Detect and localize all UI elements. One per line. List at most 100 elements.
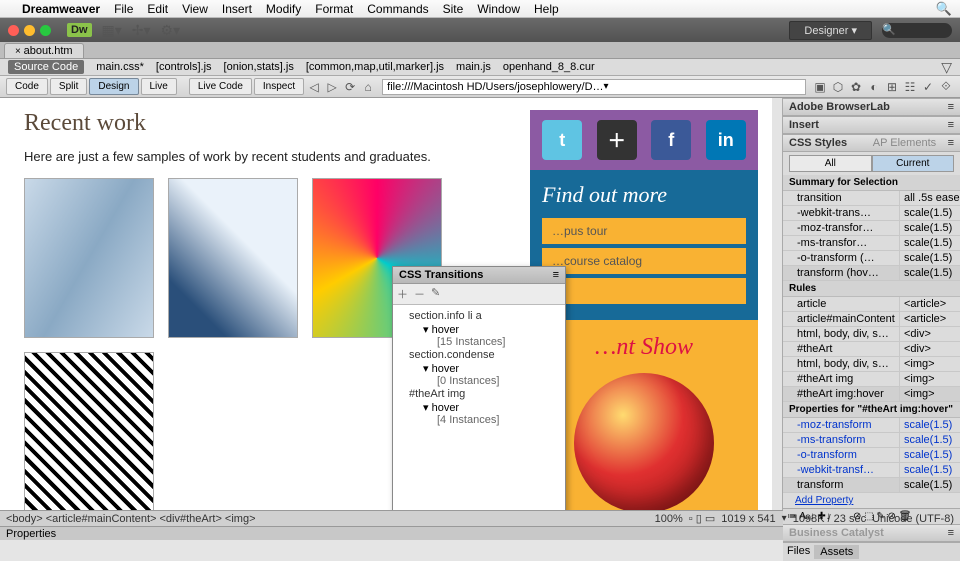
remove-transition-icon[interactable]: － xyxy=(414,286,425,302)
related-file[interactable]: [common,map,util,marker].js xyxy=(306,61,444,73)
linkedin-icon[interactable]: in xyxy=(706,120,746,160)
tree-node[interactable]: section.info li a xyxy=(395,309,563,323)
thumb-4[interactable] xyxy=(24,352,154,510)
dw-logo: Dw xyxy=(67,23,92,37)
source-code-btn[interactable]: Source Code xyxy=(8,60,84,74)
fwd-icon[interactable]: ▷ xyxy=(324,79,340,95)
add-transition-icon[interactable]: ＋ xyxy=(397,286,408,302)
edit-transition-icon[interactable]: ✎ xyxy=(431,286,440,302)
design-canvas[interactable]: Recent work Here are just a few samples … xyxy=(0,98,782,510)
menu-window[interactable]: Window xyxy=(477,2,520,16)
menu-modify[interactable]: Modify xyxy=(266,2,301,16)
menu-format[interactable]: Format xyxy=(315,2,353,16)
code-view[interactable]: Code xyxy=(6,78,48,95)
split-view[interactable]: Split xyxy=(50,78,87,95)
back-icon[interactable]: ◁ xyxy=(306,79,322,95)
related-file[interactable]: openhand_8_8.cur xyxy=(503,61,595,73)
panel-css-styles[interactable]: CSS Styles AP Elements≡ xyxy=(783,134,960,152)
tree-state[interactable]: ▾ hover xyxy=(395,401,563,414)
tab-about[interactable]: × about.htm xyxy=(4,43,84,58)
tree-state[interactable]: ▾ hover xyxy=(395,362,563,375)
minimize-window[interactable] xyxy=(24,25,35,36)
canvas-scrollbar[interactable] xyxy=(772,98,782,510)
i5[interactable]: ⊞ xyxy=(884,79,900,95)
panel-business[interactable]: Business Catalyst≡ xyxy=(783,524,960,542)
menu-insert[interactable]: Insert xyxy=(222,2,252,16)
props-head: Properties for "#theArt img:hover" xyxy=(783,402,960,418)
menu-help[interactable]: Help xyxy=(534,2,559,16)
i3[interactable]: ✿ xyxy=(848,79,864,95)
inspect[interactable]: Inspect xyxy=(254,78,304,95)
i2[interactable]: ⬡ xyxy=(830,79,846,95)
design-view[interactable]: Design xyxy=(89,78,138,95)
related-file[interactable]: main.css* xyxy=(96,61,144,73)
menu-commands[interactable]: Commands xyxy=(367,2,428,16)
menu-file[interactable]: File xyxy=(114,2,133,16)
props-list[interactable]: -moz-transformscale(1.5) -ms-transformsc… xyxy=(783,418,960,493)
menu-view[interactable]: View xyxy=(182,2,208,16)
find-btn-1[interactable]: …pus tour xyxy=(542,218,746,244)
facebook-icon[interactable]: f xyxy=(651,120,691,160)
thumb-2[interactable] xyxy=(168,178,298,338)
page-intro: Here are just a few samples of work by r… xyxy=(24,149,512,164)
menu-edit[interactable]: Edit xyxy=(147,2,168,16)
site-icon[interactable]: ⚙▾ xyxy=(161,22,181,39)
find-title: Find out more xyxy=(542,182,746,208)
i7[interactable]: ✓ xyxy=(920,79,936,95)
filter-icon[interactable]: ▽ xyxy=(941,59,952,76)
encoding[interactable]: Unicode (UTF-8) xyxy=(872,513,954,525)
summary-list[interactable]: transitionall .5s ease -webkit-trans…sca… xyxy=(783,191,960,281)
css-all[interactable]: All xyxy=(789,155,872,172)
zoom[interactable]: 100% xyxy=(655,513,683,525)
plus-icon[interactable]: ＋ xyxy=(597,120,637,160)
live-code[interactable]: Live Code xyxy=(189,78,252,95)
css-transitions-panel[interactable]: CSS Transitions≡ ＋ － ✎ section.info li a… xyxy=(392,266,566,510)
i6[interactable]: ☷ xyxy=(902,79,918,95)
search-input[interactable]: 🔍 xyxy=(882,23,952,38)
document-tabs: × about.htm xyxy=(0,42,960,59)
app-name[interactable]: Dreamweaver xyxy=(22,2,100,16)
tree-count: [4 Instances] xyxy=(395,414,563,426)
twitter-icon[interactable]: t xyxy=(542,120,582,160)
menu-site[interactable]: Site xyxy=(443,2,464,16)
home-icon[interactable]: ⌂ xyxy=(360,79,376,95)
tab-files[interactable]: Files xyxy=(787,545,810,559)
tree-state[interactable]: ▾ hover xyxy=(395,323,563,336)
layout-icon[interactable]: ▦▾ xyxy=(102,22,122,39)
tab-assets[interactable]: Assets xyxy=(814,545,859,559)
tree-node[interactable]: section.condense xyxy=(395,348,563,362)
panel-menu-icon[interactable]: ≡ xyxy=(553,269,559,281)
related-file[interactable]: [controls].js xyxy=(156,61,212,73)
close-window[interactable] xyxy=(8,25,19,36)
rules-list[interactable]: article<article> article#mainContent<art… xyxy=(783,297,960,402)
social-bar: t ＋ f in xyxy=(530,110,758,170)
i4[interactable]: ◐ xyxy=(866,79,882,95)
zoom-window[interactable] xyxy=(40,25,51,36)
find-btn-2[interactable]: …course catalog xyxy=(542,248,746,274)
find-btn-3[interactable] xyxy=(542,278,746,304)
related-file[interactable]: [onion,stats].js xyxy=(224,61,294,73)
panel-browserlab[interactable]: Adobe BrowserLab≡ xyxy=(783,98,960,116)
tag-selector[interactable]: <body> <article#mainContent> <div#theArt… xyxy=(0,510,960,526)
css-current[interactable]: Current xyxy=(872,155,955,172)
workspace-switcher[interactable]: Designer ▾ xyxy=(789,21,872,40)
i8[interactable]: ⟐ xyxy=(938,79,954,95)
extend-icon[interactable]: ✢▾ xyxy=(132,22,151,39)
thumb-1[interactable] xyxy=(24,178,154,338)
transitions-tree[interactable]: section.info li a ▾ hover [15 Instances]… xyxy=(393,305,565,510)
canvas-dims[interactable]: 1019 x 541 xyxy=(721,513,775,525)
panel-insert[interactable]: Insert≡ xyxy=(783,116,960,134)
add-property-link[interactable]: Add Property xyxy=(783,493,960,508)
i1[interactable]: ▣ xyxy=(812,79,828,95)
related-files: Source Code main.css* [controls].js [oni… xyxy=(0,59,960,76)
tree-node[interactable]: #theArt img xyxy=(395,387,563,401)
macos-menubar: Dreamweaver File Edit View Insert Modify… xyxy=(0,0,960,18)
live-view[interactable]: Live xyxy=(141,78,177,95)
document-toolbar: Code Split Design Live Live Code Inspect… xyxy=(0,76,960,98)
related-file[interactable]: main.js xyxy=(456,61,491,73)
address-bar[interactable]: file:///Macintosh HD/Users/josephlowery/… xyxy=(382,79,806,95)
app-toolbar: Dw ▦▾ ✢▾ ⚙▾ Designer ▾ 🔍 xyxy=(0,18,960,42)
spotlight-icon[interactable]: 🔍 xyxy=(936,1,952,17)
screen-icons[interactable]: ▫ ▯ ▭ xyxy=(689,512,715,525)
refresh-icon[interactable]: ⟳ xyxy=(342,79,358,95)
